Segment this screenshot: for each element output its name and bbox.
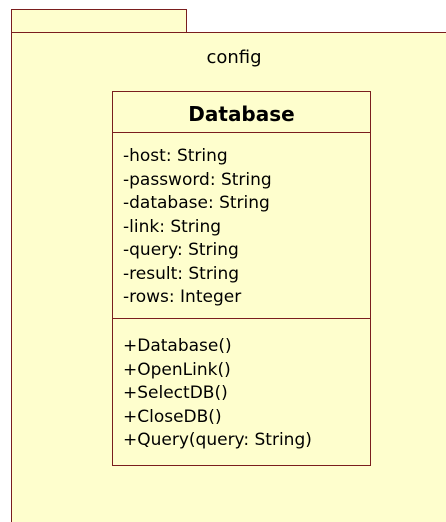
operation-item: +CloseDB() [123,406,222,427]
package-tab [11,9,187,33]
attribute-item: -password: String [123,169,272,190]
attribute-item: -rows: Integer [123,287,242,307]
attribute-list: -host: String -password: String -databas… [123,145,272,310]
operation-list: +Database() +OpenLink() +SelectDB() +Clo… [123,335,312,453]
uml-diagram-canvas: config Database -host: String -password:… [0,0,446,522]
attribute-item: -link: String [123,216,222,237]
operation-item: +OpenLink() [123,359,231,380]
class-name: Database [188,102,295,126]
attribute-item: -query: String [123,240,239,260]
attribute-item: -host: String [123,146,228,166]
package-name: config [206,47,262,68]
name-attributes-divider [113,132,370,133]
operation-item: +Query(query: String) [123,430,312,450]
attributes-operations-divider [113,318,370,319]
attribute-item: -database: String [123,193,270,213]
operation-item: +SelectDB() [123,383,228,403]
class-database[interactable]: Database -host: String -password: String… [112,91,371,466]
attribute-item: -result: String [123,263,240,284]
operation-item: +Database() [123,336,232,356]
